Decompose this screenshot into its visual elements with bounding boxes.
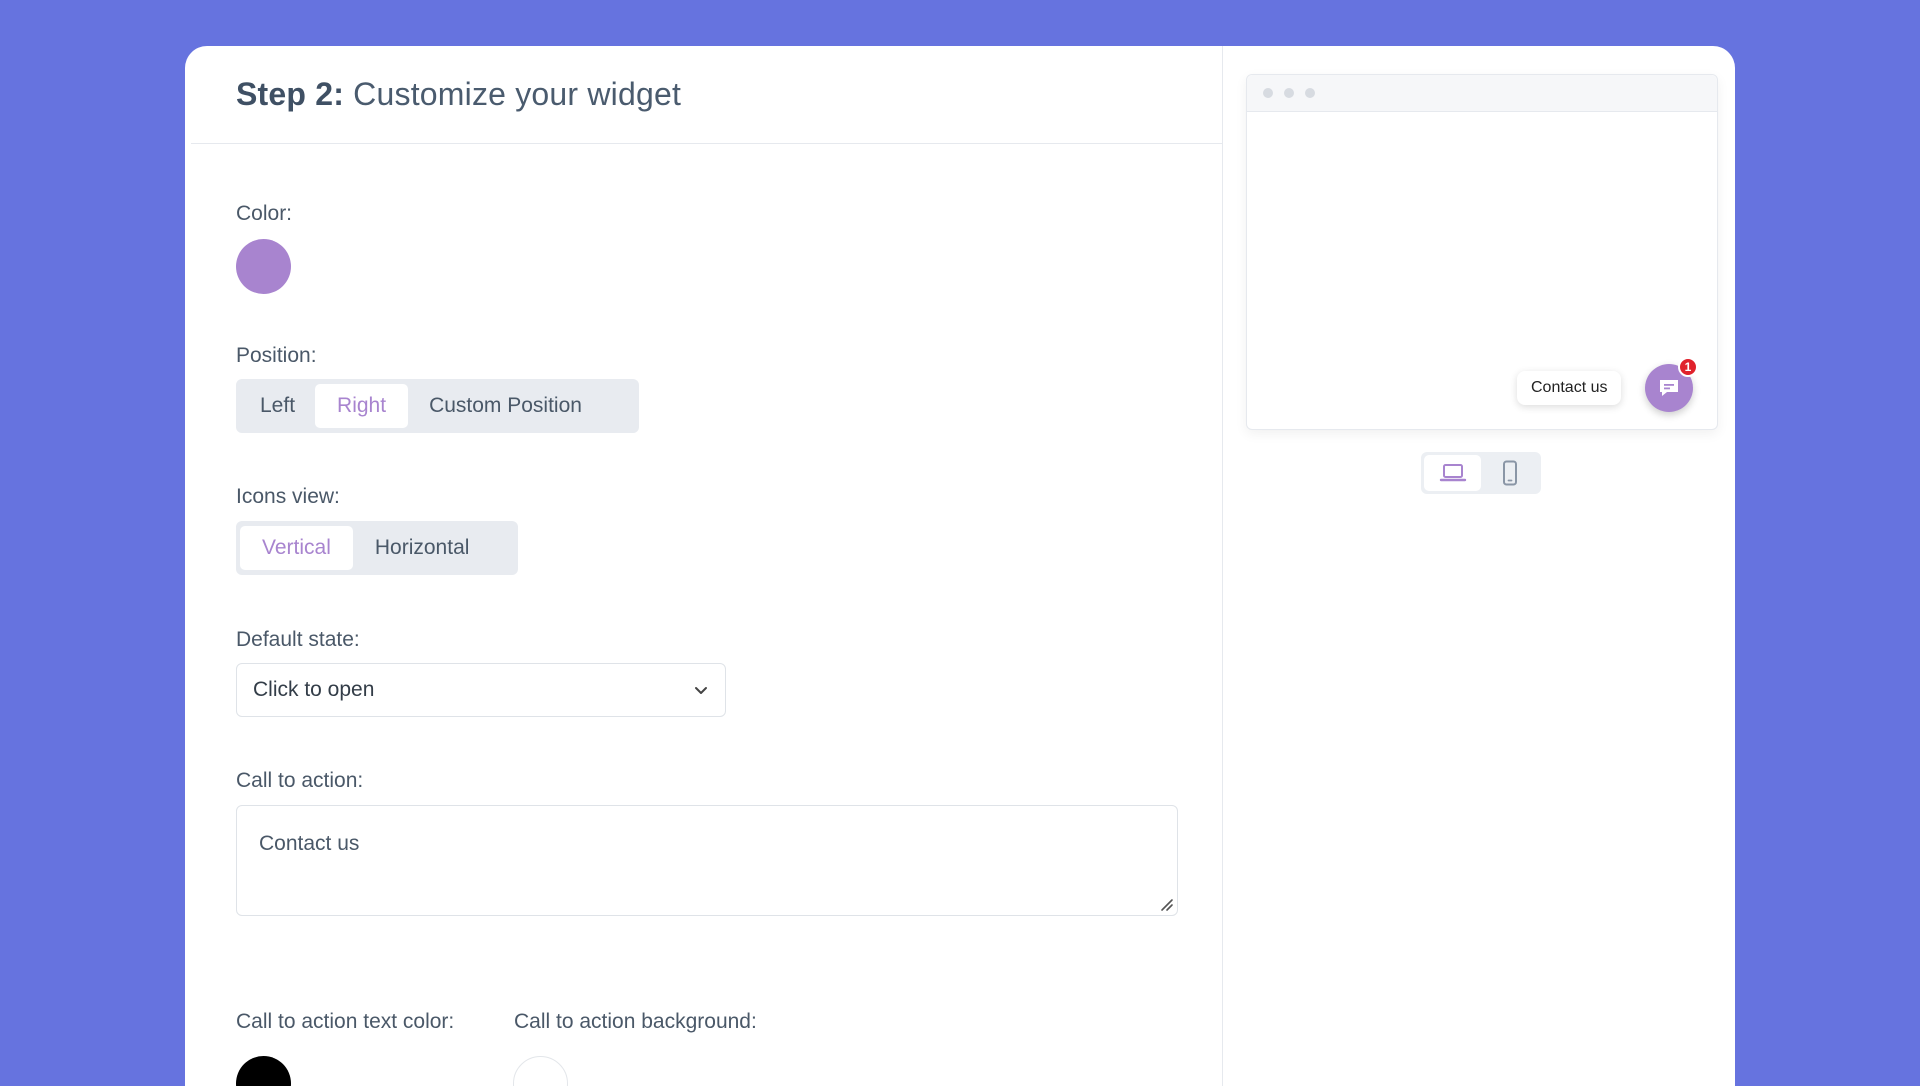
chat-icon <box>1660 380 1678 396</box>
browser-bar <box>1247 75 1717 112</box>
icons-view-option-horizontal[interactable]: Horizontal <box>353 526 492 570</box>
laptop-icon <box>1439 464 1466 482</box>
position-label: Position: <box>236 344 317 367</box>
cta-background-swatch[interactable] <box>513 1056 568 1086</box>
position-option-right[interactable]: Right <box>315 384 409 428</box>
browser-dot <box>1305 88 1315 98</box>
call-to-action-textarea[interactable]: Contact us <box>236 805 1178 916</box>
mobile-icon <box>1502 460 1517 486</box>
widget-preview: Contact us 1 <box>1246 74 1718 430</box>
call-to-action-value: Contact us <box>259 832 360 855</box>
position-option-custom[interactable]: Custom Position <box>408 384 603 428</box>
default-state-label: Default state: <box>236 628 360 651</box>
notification-badge: 1 <box>1678 357 1698 377</box>
cta-text-color-swatch[interactable] <box>236 1056 291 1086</box>
device-toggle <box>1421 452 1541 494</box>
position-option-left[interactable]: Left <box>240 384 315 428</box>
chevron-down-icon <box>695 687 707 694</box>
step-title: Customize your widget <box>344 76 682 112</box>
icons-view-option-vertical[interactable]: Vertical <box>240 526 353 570</box>
position-segmented-control: Left Right Custom Position <box>236 379 639 433</box>
preview-cta-bubble[interactable]: Contact us <box>1517 371 1622 405</box>
browser-dot <box>1263 88 1273 98</box>
cta-background-label: Call to action background: <box>514 1010 757 1033</box>
icons-view-label: Icons view: <box>236 485 340 508</box>
color-swatch[interactable] <box>236 239 291 294</box>
step-header: Step 2: Customize your widget <box>191 46 1222 144</box>
mobile-preview-button[interactable] <box>1481 455 1538 491</box>
default-state-select[interactable]: Click to open <box>236 663 726 717</box>
browser-dot <box>1284 88 1294 98</box>
default-state-value: Click to open <box>253 678 375 701</box>
desktop-preview-button[interactable] <box>1424 455 1481 491</box>
cta-text-color-label: Call to action text color: <box>236 1010 455 1033</box>
step-number: Step 2: <box>236 76 345 112</box>
call-to-action-label: Call to action: <box>236 769 364 792</box>
icons-view-segmented-control: Vertical Horizontal <box>236 521 518 575</box>
widget-customizer-card: Step 2: Customize your widget Color: Pos… <box>185 46 1735 1086</box>
resize-handle-icon[interactable] <box>1158 896 1174 912</box>
settings-pane: Step 2: Customize your widget Color: Pos… <box>185 46 1223 1086</box>
color-label: Color: <box>236 202 293 225</box>
page-title: Step 2: Customize your widget <box>236 76 681 113</box>
